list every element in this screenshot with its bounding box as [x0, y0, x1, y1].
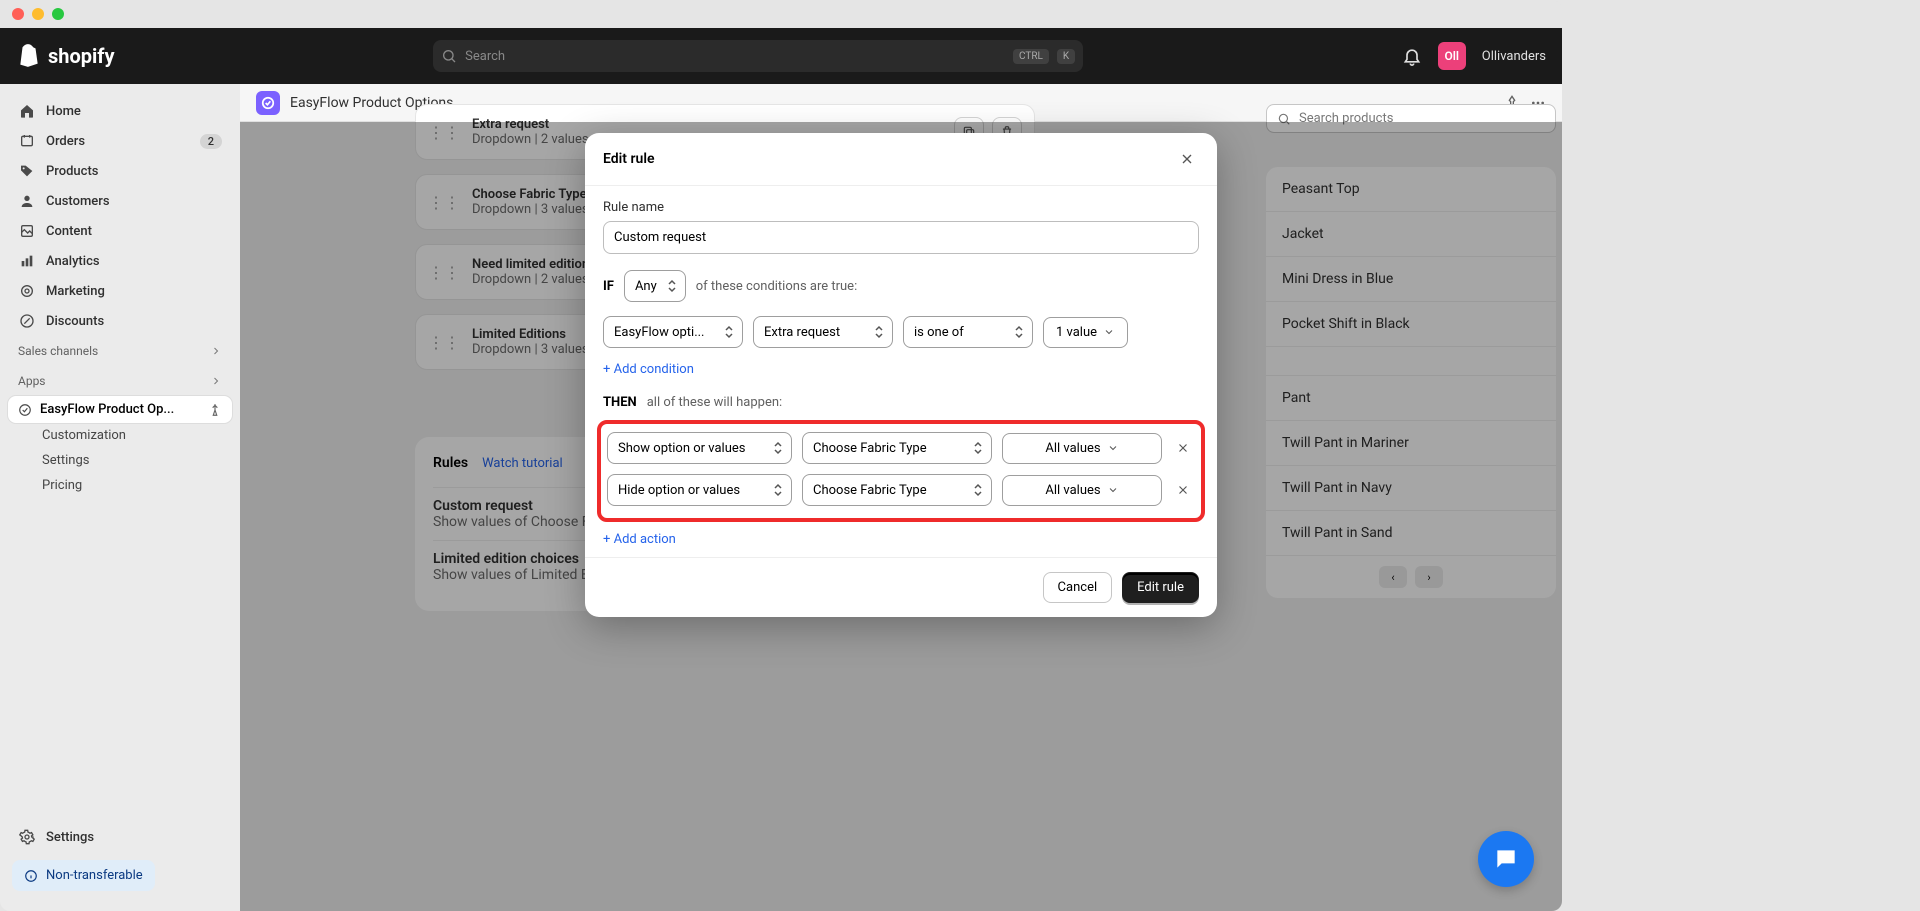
nav-settings[interactable]: Settings: [8, 822, 232, 852]
subnav-pricing[interactable]: Pricing: [8, 473, 232, 498]
cancel-button[interactable]: Cancel: [1043, 572, 1113, 603]
then-text: all of these will happen:: [647, 395, 782, 410]
action-type-select[interactable]: Show option or values: [607, 432, 792, 464]
search-placeholder: Search: [465, 49, 1005, 64]
kbd-k: K: [1057, 49, 1075, 64]
actions-highlight: Show option or values Choose Fabric Type…: [597, 420, 1205, 522]
sidebar: Home Orders2 Products Customers Content …: [0, 84, 240, 911]
condition-operator-select[interactable]: is one of: [903, 316, 1033, 348]
nav-products[interactable]: Products: [8, 156, 232, 186]
discount-icon: [18, 312, 36, 330]
app-pill[interactable]: EasyFlow Product Op...: [8, 396, 232, 423]
chevron-down-icon: [1107, 484, 1119, 496]
conditions-text: of these conditions are true:: [696, 279, 857, 294]
remove-action-icon[interactable]: [1172, 479, 1194, 501]
modal-title: Edit rule: [603, 151, 655, 167]
person-icon: [18, 192, 36, 210]
action-target-select[interactable]: Choose Fabric Type: [802, 474, 992, 506]
remove-action-icon[interactable]: [1172, 437, 1194, 459]
pin-icon[interactable]: [208, 403, 222, 417]
content-icon: [18, 222, 36, 240]
avatar[interactable]: Oll: [1438, 42, 1466, 70]
app-icon: [256, 91, 280, 115]
kbd-ctrl: CTRL: [1013, 49, 1049, 64]
action-type-select[interactable]: Hide option or values: [607, 474, 792, 506]
bell-icon[interactable]: [1402, 46, 1422, 66]
main: EasyFlow Product Options ⋮⋮ Extra reques…: [240, 84, 1562, 911]
user-name[interactable]: Ollivanders: [1482, 49, 1546, 64]
search-icon: [441, 48, 457, 64]
orders-badge: 2: [200, 134, 222, 149]
close-icon[interactable]: [1175, 147, 1199, 171]
match-type-select[interactable]: Any: [624, 270, 686, 302]
gear-icon: [18, 828, 36, 846]
action-value-button[interactable]: All values: [1002, 433, 1162, 464]
nav-marketing[interactable]: Marketing: [8, 276, 232, 306]
condition-value-button[interactable]: 1 value: [1043, 317, 1128, 348]
subnav-customization[interactable]: Customization: [8, 423, 232, 448]
action-target-select[interactable]: Choose Fabric Type: [802, 432, 992, 464]
rule-name-input[interactable]: [603, 221, 1199, 254]
chevron-right-icon: [210, 375, 222, 387]
analytics-icon: [18, 252, 36, 270]
chat-icon: [1493, 846, 1519, 872]
mac-close-dot[interactable]: [12, 8, 24, 20]
add-action-link[interactable]: + Add action: [603, 532, 1199, 547]
nav-content[interactable]: Content: [8, 216, 232, 246]
nontransferable-badge[interactable]: Non-transferable: [12, 860, 155, 891]
global-search[interactable]: Search CTRL K: [433, 40, 1083, 72]
info-icon: [24, 869, 38, 883]
rule-name-label: Rule name: [603, 200, 1199, 215]
edit-rule-button[interactable]: Edit rule: [1122, 572, 1199, 603]
nav-home[interactable]: Home: [8, 96, 232, 126]
tag-icon: [18, 162, 36, 180]
target-icon: [18, 282, 36, 300]
chevron-down-icon: [1107, 442, 1119, 454]
nav-customers[interactable]: Customers: [8, 186, 232, 216]
condition-source-select[interactable]: EasyFlow opti...: [603, 316, 743, 348]
mac-max-dot[interactable]: [52, 8, 64, 20]
nav-orders[interactable]: Orders2: [8, 126, 232, 156]
add-condition-link[interactable]: + Add condition: [603, 362, 1199, 377]
mac-min-dot[interactable]: [32, 8, 44, 20]
topbar: shopify Search CTRL K Oll Ollivanders: [0, 28, 1562, 84]
action-value-button[interactable]: All values: [1002, 475, 1162, 506]
then-label: THEN: [603, 395, 637, 410]
nav-apps[interactable]: Apps: [8, 366, 232, 396]
brand-text: shopify: [48, 44, 115, 68]
home-icon: [18, 102, 36, 120]
chevron-down-icon: [1103, 326, 1115, 338]
nav-sales-channels[interactable]: Sales channels: [8, 336, 232, 366]
nav-analytics[interactable]: Analytics: [8, 246, 232, 276]
if-label: IF: [603, 279, 614, 294]
chat-fab[interactable]: [1478, 831, 1534, 887]
shopify-logo[interactable]: shopify: [16, 43, 115, 69]
check-circle-icon: [18, 403, 32, 417]
mac-titlebar: [0, 0, 1562, 28]
subnav-settings[interactable]: Settings: [8, 448, 232, 473]
condition-option-select[interactable]: Extra request: [753, 316, 893, 348]
edit-rule-modal: Edit rule Rule name IF Any of these cond…: [585, 133, 1217, 617]
nav-discounts[interactable]: Discounts: [8, 306, 232, 336]
chevron-right-icon: [210, 345, 222, 357]
orders-icon: [18, 132, 36, 150]
